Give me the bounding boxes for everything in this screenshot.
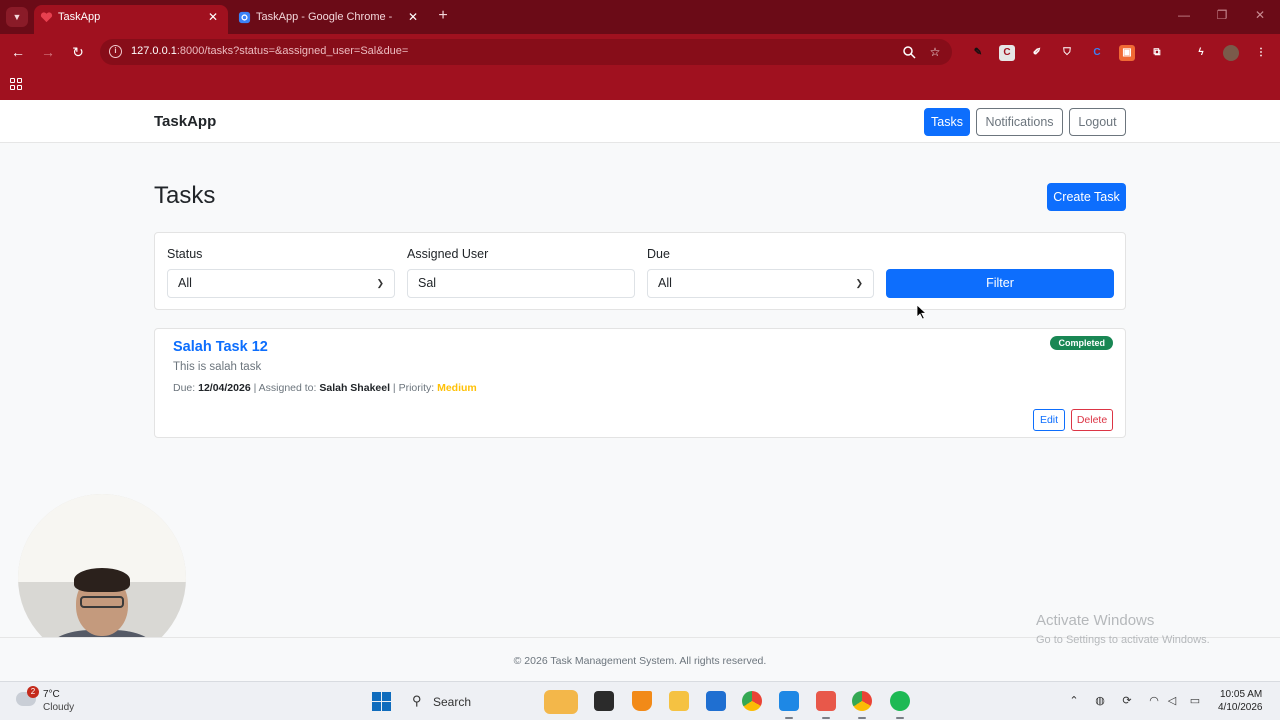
window-close-icon[interactable]: ✕	[1252, 8, 1268, 22]
volume-icon[interactable]: ◁	[1164, 694, 1180, 707]
tray-sync-icon[interactable]: ⟳	[1119, 694, 1135, 707]
nav-notifications-button[interactable]: Notifications	[976, 108, 1063, 136]
browser-toolbar: ← → ↻ i 127.0.0.1:8000/tasks?status=&ass…	[0, 34, 1280, 70]
xampp-app-icon[interactable]	[816, 691, 836, 711]
edit-task-button[interactable]: Edit	[1033, 409, 1065, 431]
apps-grid-icon[interactable]	[10, 78, 23, 91]
tab-label: TaskApp	[58, 11, 101, 23]
create-task-button[interactable]: Create Task	[1047, 183, 1126, 211]
chevron-up-icon[interactable]: ⌃	[1066, 694, 1082, 707]
search-icon: ⚲	[412, 693, 422, 708]
edit-extension-icon[interactable]: ✐	[1029, 45, 1045, 61]
assigned-user-label: Assigned User	[407, 247, 489, 261]
activate-windows-title: Activate Windows	[1036, 612, 1155, 629]
tab-label: TaskApp - Google Chrome - 10	[256, 11, 396, 23]
status-badge: Completed	[1050, 336, 1113, 350]
nav-tasks-button[interactable]: Tasks	[924, 108, 970, 136]
taskapp-favicon-icon	[40, 12, 53, 23]
task-meta: Due: 12/04/2026 | Assigned to: Salah Sha…	[173, 382, 477, 394]
battery-icon[interactable]: ▭	[1187, 694, 1203, 707]
task-priority: Medium	[437, 382, 477, 394]
task-card: Salah Task 12 This is salah task Due: 12…	[154, 328, 1126, 438]
puzzle-extensions-icon[interactable]: ⧉	[1149, 45, 1165, 61]
minimize-icon[interactable]: —	[1176, 8, 1192, 22]
tab-taskapp[interactable]: TaskApp ✕	[34, 5, 228, 34]
footer-text: © 2026 Task Management System. All right…	[513, 655, 767, 667]
clock-time[interactable]: 10:05 AM	[1220, 689, 1262, 700]
url-text[interactable]: 127.0.0.1:8000/tasks?status=&assigned_us…	[131, 45, 408, 57]
chevron-down-icon: ❯	[376, 278, 384, 288]
windows-start-icon[interactable]	[372, 692, 391, 711]
filter-form: Status All ❯ Assigned User Sal Due All ❯…	[154, 232, 1126, 310]
status-select-value: All	[178, 276, 192, 290]
shield-extension-icon[interactable]: ⛉	[1059, 45, 1075, 61]
weather-temperature[interactable]: 7°C	[43, 689, 60, 700]
wifi-icon[interactable]: ◠	[1146, 694, 1162, 707]
bookmark-star-icon[interactable]: ☆	[928, 45, 942, 59]
blue-c-extension-icon[interactable]: C	[1089, 45, 1105, 61]
filter-button[interactable]: Filter	[886, 269, 1114, 298]
microsoft-store-icon[interactable]	[706, 691, 726, 711]
tab-close-icon[interactable]: ✕	[408, 5, 418, 29]
status-select[interactable]: All ❯	[167, 269, 395, 298]
task-assignee: Salah Shakeel	[319, 382, 390, 394]
pen-extension-icon[interactable]: ✎	[970, 45, 986, 61]
orange-extension-icon[interactable]: ▣	[1119, 45, 1135, 61]
spotify-app-icon[interactable]	[890, 691, 910, 711]
maximize-icon[interactable]: ❐	[1214, 8, 1230, 22]
mouse-cursor-icon	[916, 304, 928, 320]
nav-logout-button[interactable]: Logout	[1069, 108, 1126, 136]
task-title-link[interactable]: Salah Task 12	[173, 339, 268, 355]
tab-chrome-window[interactable]: TaskApp - Google Chrome - 10 ✕	[232, 5, 428, 34]
bookmarks-bar	[0, 70, 1280, 100]
zoom-magnifier-icon[interactable]	[902, 45, 916, 59]
task-description: This is salah task	[173, 361, 262, 373]
chrome-app-icon[interactable]	[742, 691, 762, 711]
app-brand[interactable]: TaskApp	[154, 113, 216, 130]
activate-windows-subtitle: Go to Settings to activate Windows.	[1036, 634, 1210, 646]
assigned-user-input[interactable]: Sal	[407, 269, 635, 298]
vscode-app-icon[interactable]	[779, 691, 799, 711]
terminal-app-icon[interactable]	[594, 691, 614, 711]
back-arrow-icon[interactable]: ←	[9, 43, 27, 61]
taskbar-search[interactable]: ⚲ Search	[404, 689, 580, 715]
performance-icon[interactable]: ϟ	[1193, 45, 1209, 61]
clock-date[interactable]: 4/10/2026	[1218, 702, 1263, 713]
due-select-value: All	[658, 276, 672, 290]
reload-icon[interactable]: ↻	[69, 43, 87, 61]
more-menu-icon[interactable]: ⋮	[1253, 45, 1269, 61]
windows-taskbar: 2 7°C Cloudy ⚲ Search ⌃ ◍ ⟳ ◠ ◁ ▭ 10:05 …	[0, 681, 1280, 720]
assigned-user-value: Sal	[418, 276, 437, 290]
tab-search-chevron-icon[interactable]: ▼	[6, 7, 28, 27]
profile-avatar[interactable]	[1223, 45, 1239, 61]
forward-arrow-icon[interactable]: →	[39, 43, 57, 61]
due-label: Due	[647, 247, 670, 261]
taskbar-search-label: Search	[433, 695, 472, 709]
task-due-date: 12/04/2026	[198, 382, 251, 394]
delete-task-button[interactable]: Delete	[1071, 409, 1113, 431]
due-select[interactable]: All ❯	[647, 269, 874, 298]
new-tab-plus-icon[interactable]: +	[434, 7, 452, 25]
status-label: Status	[167, 247, 203, 261]
chrome-profile-app-icon[interactable]	[852, 691, 872, 711]
site-info-icon[interactable]: i	[109, 45, 122, 58]
app-navbar: TaskApp Tasks Notifications Logout	[0, 100, 1280, 143]
address-bar[interactable]: i 127.0.0.1:8000/tasks?status=&assigned_…	[100, 39, 952, 65]
chevron-down-icon: ❯	[855, 278, 863, 288]
gear-favicon-icon	[238, 11, 251, 24]
search-highlight-icon	[544, 690, 578, 714]
tray-app-icon[interactable]: ◍	[1092, 694, 1108, 707]
tab-close-icon[interactable]: ✕	[208, 5, 218, 29]
weather-alert-badge: 2	[27, 686, 39, 698]
c-extension-icon[interactable]: C	[999, 45, 1015, 61]
weather-description[interactable]: Cloudy	[43, 702, 74, 713]
page-title: Tasks	[154, 182, 216, 209]
browser-tab-strip: ▼ TaskApp ✕ TaskApp - Google Chrome - 10…	[0, 0, 1280, 34]
vlc-app-icon[interactable]	[632, 691, 652, 711]
file-explorer-icon[interactable]	[669, 691, 689, 711]
